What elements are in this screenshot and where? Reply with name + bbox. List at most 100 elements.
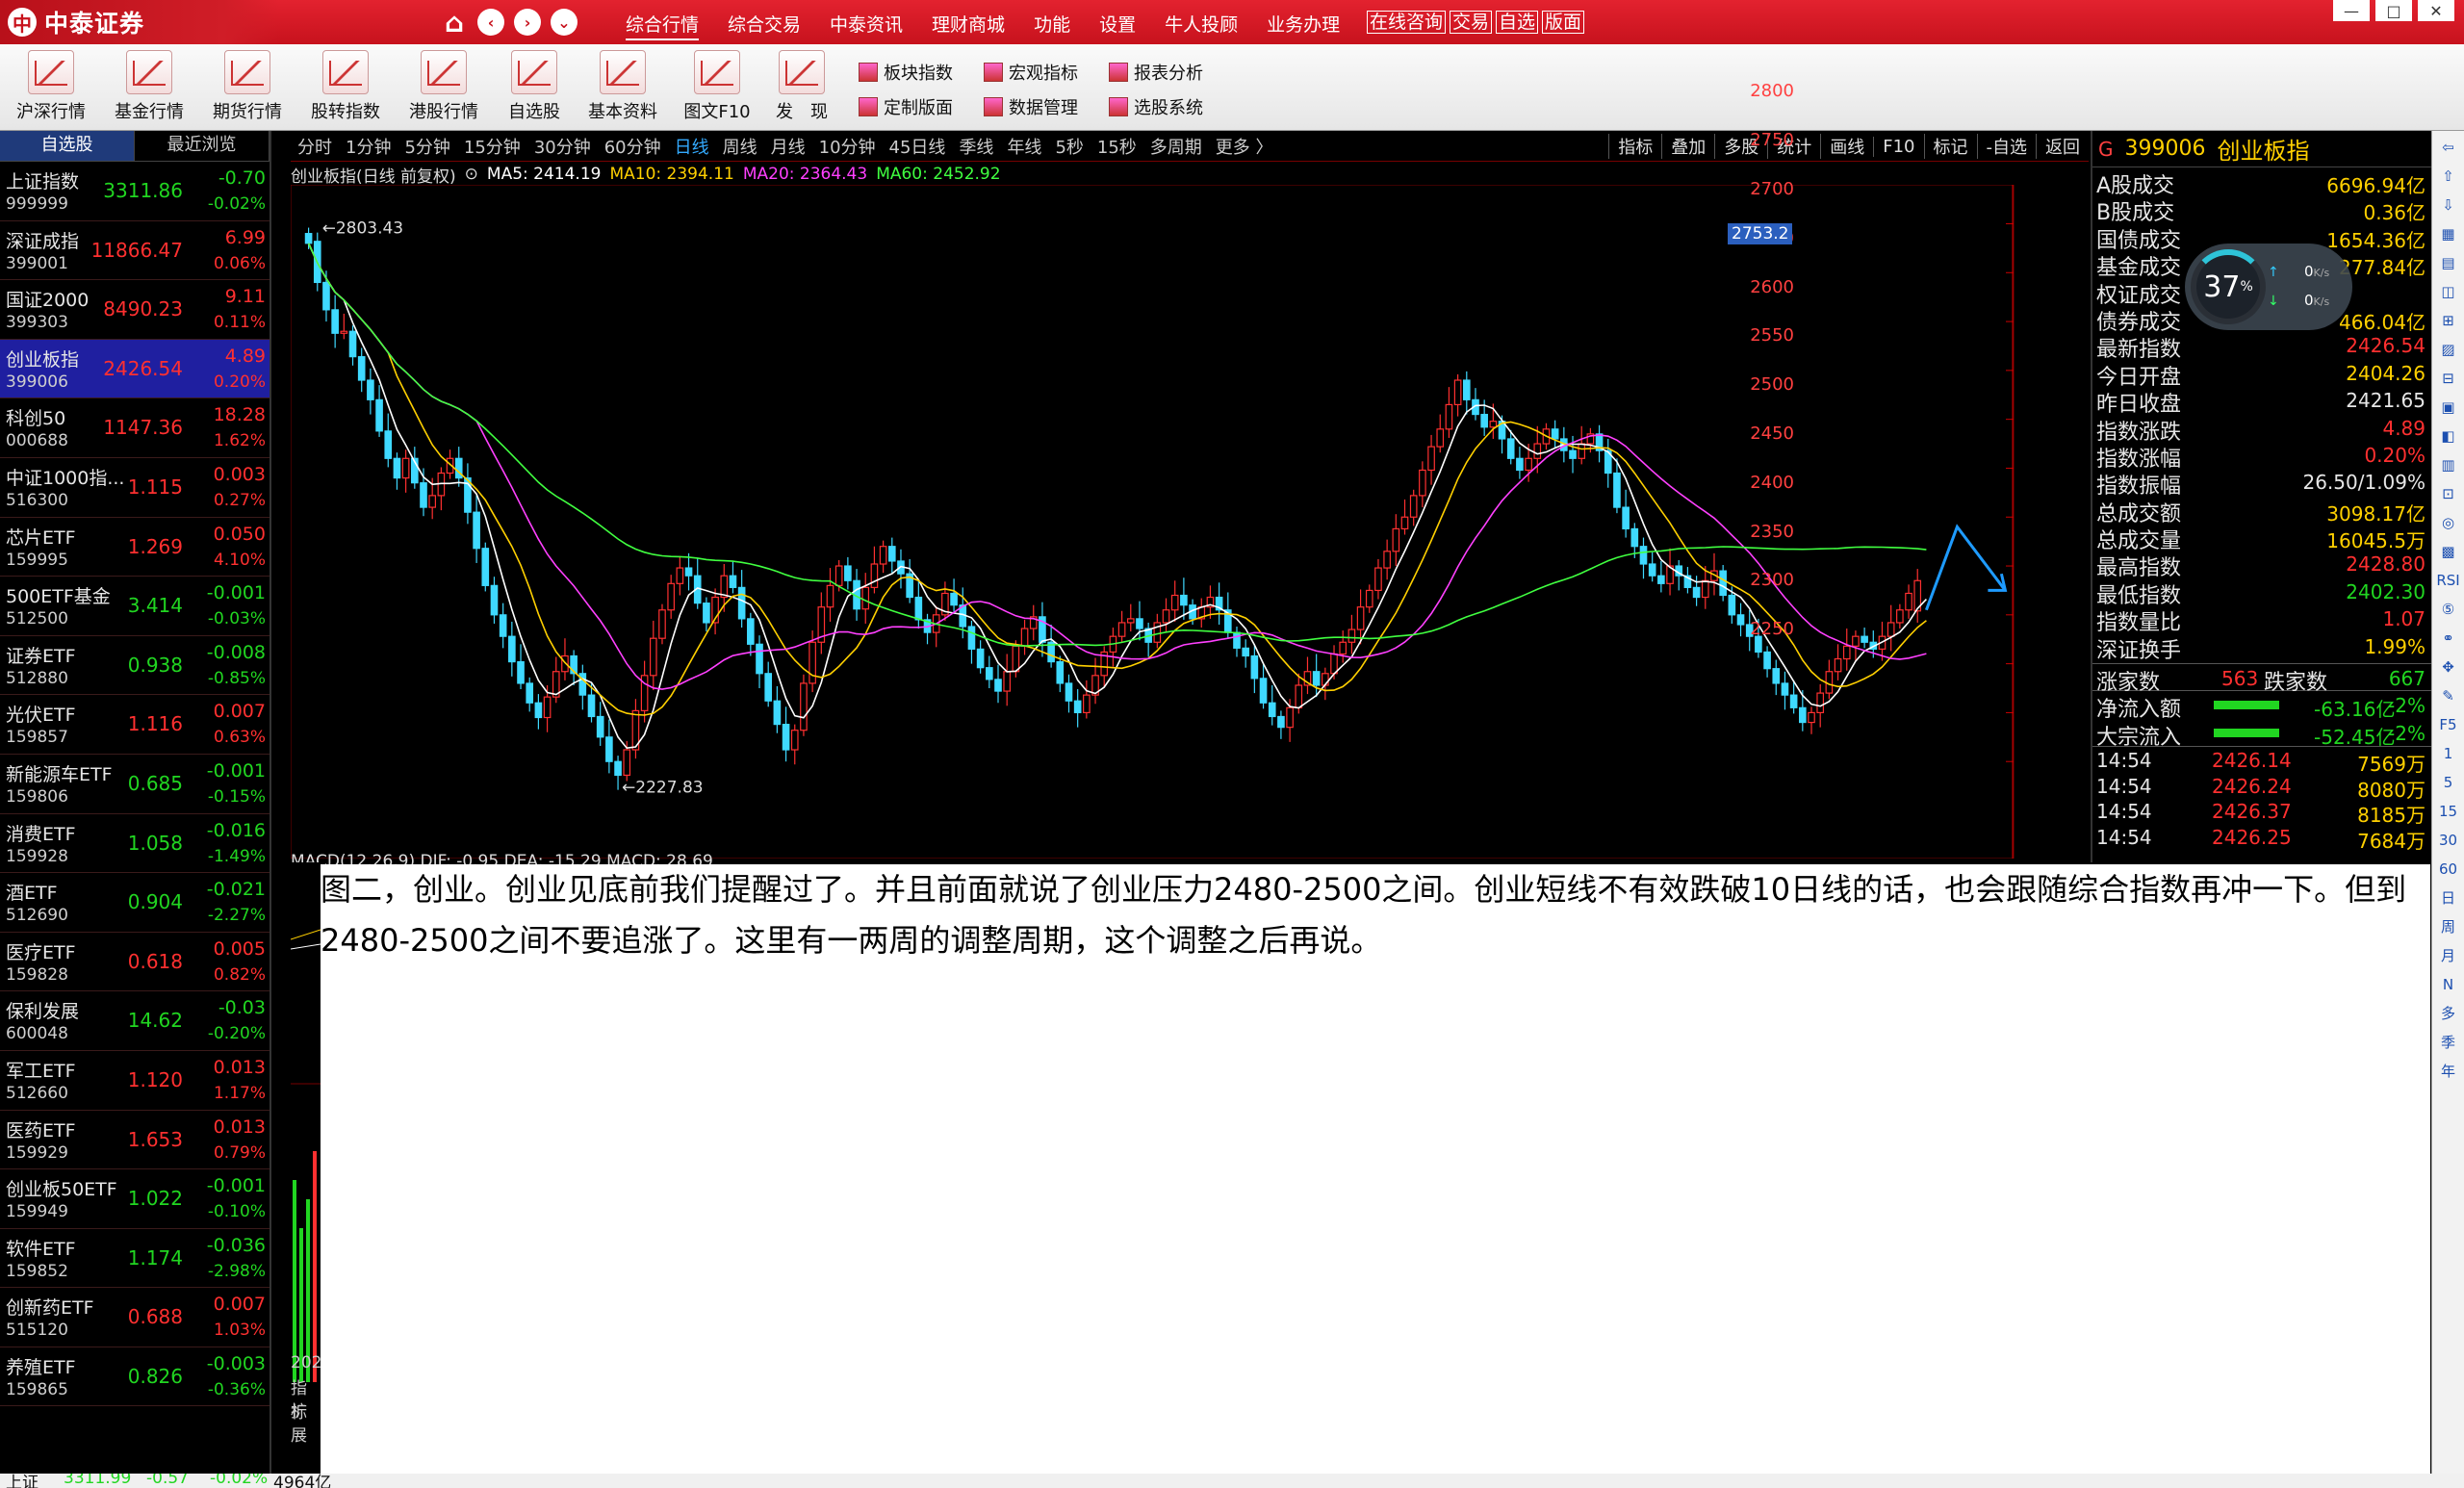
watchlist-row[interactable]: 软件ETF 159852 1.174 -0.036 -2.98% — [0, 1229, 270, 1289]
menu-item[interactable]: 中泰资讯 — [830, 11, 903, 40]
period-tab[interactable]: 5分钟 — [404, 134, 449, 159]
side-tool-icon[interactable]: 月 — [2436, 943, 2460, 968]
side-tool-icon[interactable]: 年 — [2436, 1059, 2460, 1084]
watchlist-row[interactable]: 创业板50ETF 159949 1.022 -0.001 -0.10% — [0, 1169, 270, 1229]
side-tool-icon[interactable]: ◫ — [2436, 279, 2460, 304]
watchlist-row[interactable]: 医疗ETF 159828 0.618 0.005 0.82% — [0, 933, 270, 992]
side-tool-icon[interactable]: ⑤ — [2436, 597, 2460, 622]
side-tool-icon[interactable]: 1 — [2436, 741, 2460, 766]
watchlist-row[interactable]: 酒ETF 512690 0.904 -0.021 -2.27% — [0, 873, 270, 933]
side-tool-icon[interactable]: ▩ — [2436, 539, 2460, 564]
toolbar-button[interactable]: 图文F10 — [674, 50, 760, 123]
tab-recent[interactable]: 最近浏览 — [135, 131, 270, 161]
dropdown-icon[interactable]: ⌄ — [551, 9, 578, 36]
back-icon[interactable]: ‹ — [477, 9, 504, 36]
period-tab[interactable]: 10分钟 — [819, 134, 876, 159]
chart-tool-button[interactable]: 指标 — [1608, 134, 1661, 159]
period-tab[interactable]: 月线 — [771, 134, 806, 159]
chart-tool-button[interactable]: 返回 — [2036, 134, 2089, 159]
watchlist-row[interactable]: 科创50 000688 1147.36 18.28 1.62% — [0, 398, 270, 458]
side-tool-icon[interactable]: ⊞ — [2436, 308, 2460, 333]
side-tool-icon[interactable]: 5 — [2436, 770, 2460, 795]
menu-item[interactable]: 业务办理 — [1267, 11, 1340, 40]
report-analysis-button[interactable]: 报表分析 — [1109, 60, 1203, 85]
home-icon[interactable]: ⌂ — [441, 7, 468, 38]
period-tab[interactable]: 年线 — [1007, 134, 1041, 159]
period-tab[interactable]: 1分钟 — [346, 134, 391, 159]
menu-item[interactable]: 综合交易 — [728, 11, 801, 40]
side-tool-icon[interactable]: N — [2436, 972, 2460, 997]
side-tool-icon[interactable]: ✥ — [2436, 654, 2460, 680]
online-consult-button[interactable]: 在线咨询 — [1367, 11, 1447, 34]
menu-item[interactable]: 综合行情 — [626, 11, 700, 40]
period-tab[interactable]: 季线 — [959, 134, 993, 159]
side-tool-icon[interactable]: ⚭ — [2436, 626, 2460, 651]
side-tool-icon[interactable]: ▤ — [2436, 250, 2460, 275]
toolbar-button[interactable]: 基金行情 — [106, 50, 192, 123]
watchlist-row[interactable]: 芯片ETF 159995 1.269 0.050 4.10% — [0, 518, 270, 577]
period-tab[interactable]: 60分钟 — [604, 134, 661, 159]
period-tab[interactable]: 15分钟 — [464, 134, 521, 159]
watchlist-row[interactable]: 国证2000 399303 8490.23 9.11 0.11% — [0, 280, 270, 340]
menu-item[interactable]: 功能 — [1034, 11, 1070, 40]
chart-tool-button[interactable]: 叠加 — [1661, 134, 1714, 159]
side-tool-icon[interactable]: F5 — [2436, 712, 2460, 737]
watchlist-button[interactable]: 自选 — [1496, 11, 1539, 34]
toolbar-button[interactable]: 沪深行情 — [8, 50, 94, 123]
side-tool-icon[interactable]: 季 — [2436, 1030, 2460, 1055]
layout-button[interactable]: 版面 — [1542, 11, 1585, 34]
period-tab[interactable]: 45日线 — [889, 134, 946, 159]
macro-indicator-button[interactable]: 宏观指标 — [984, 60, 1078, 85]
trade-button[interactable]: 交易 — [1450, 11, 1493, 34]
watchlist-row[interactable]: 深证成指 399001 11866.47 6.99 0.06% — [0, 221, 270, 281]
watchlist-row[interactable]: 消费ETF 159928 1.058 -0.016 -1.49% — [0, 814, 270, 874]
side-tool-icon[interactable]: ⇦ — [2436, 135, 2460, 160]
stock-picker-button[interactable]: 选股系统 — [1109, 94, 1203, 119]
period-tab[interactable]: 更多 〉 — [1216, 134, 1273, 159]
side-tool-icon[interactable]: ⇧ — [2436, 164, 2460, 189]
side-tool-icon[interactable]: ⊟ — [2436, 366, 2460, 391]
watchlist-row[interactable]: 养殖ETF 159865 0.826 -0.003 -0.36% — [0, 1347, 270, 1407]
chart-tool-button[interactable]: 标记 — [1923, 134, 1977, 159]
watchlist-row[interactable]: 500ETF基金 512500 3.414 -0.001 -0.03% — [0, 577, 270, 636]
period-tab[interactable]: 日线 — [675, 134, 709, 159]
toolbar-button[interactable]: 自选股 — [491, 50, 578, 123]
chart-tool-button[interactable]: F10 — [1873, 136, 1923, 157]
toolbar-button[interactable]: 期货行情 — [204, 50, 291, 123]
side-tool-icon[interactable]: 多 — [2436, 1001, 2460, 1026]
side-tool-icon[interactable]: 60 — [2436, 857, 2460, 882]
menu-item[interactable]: 牛人投顾 — [1165, 11, 1238, 40]
custom-layout-button[interactable]: 定制版面 — [859, 94, 953, 119]
side-tool-icon[interactable]: 日 — [2436, 885, 2460, 911]
watchlist-row[interactable]: 上证指数 999999 3311.86 -0.70 -0.02% — [0, 162, 270, 221]
side-tool-icon[interactable]: ✎ — [2436, 683, 2460, 708]
chart-tool-button[interactable]: 画线 — [1820, 134, 1873, 159]
expand-tab[interactable]: 扩展 — [291, 1398, 321, 1446]
settings-icon[interactable]: ⊙ — [465, 165, 478, 184]
close-button[interactable]: ✕ — [2418, 0, 2454, 21]
maximize-button[interactable]: □ — [2375, 0, 2412, 21]
tab-watchlist[interactable]: 自选股 — [0, 131, 135, 161]
toolbar-button[interactable]: 基本资料 — [579, 50, 666, 123]
menu-item[interactable]: 理财商城 — [932, 11, 1005, 40]
menu-item[interactable]: 设置 — [1099, 11, 1136, 40]
side-tool-icon[interactable]: 30 — [2436, 828, 2460, 853]
watchlist-row[interactable]: 军工ETF 512660 1.120 0.013 1.17% — [0, 1051, 270, 1111]
watchlist-row[interactable]: 证券ETF 512880 0.938 -0.008 -0.85% — [0, 636, 270, 696]
period-tab[interactable]: 分时 — [297, 134, 332, 159]
side-tool-icon[interactable]: ⊡ — [2436, 481, 2460, 506]
period-tab[interactable]: 30分钟 — [534, 134, 591, 159]
side-tool-icon[interactable]: ⇩ — [2436, 192, 2460, 218]
forward-icon[interactable]: › — [514, 9, 541, 36]
period-tab[interactable]: 多周期 — [1150, 134, 1202, 159]
watchlist-row[interactable]: 中证1000指... 516300 1.115 0.003 0.27% — [0, 458, 270, 518]
watchlist-row[interactable]: 创新药ETF 515120 0.688 0.007 1.03% — [0, 1288, 270, 1347]
side-tool-icon[interactable]: ▨ — [2436, 337, 2460, 362]
side-tool-icon[interactable]: 周 — [2436, 914, 2460, 939]
side-tool-icon[interactable]: 15 — [2436, 799, 2460, 824]
watchlist-row[interactable]: 创业板指 399006 2426.54 4.89 0.20% — [0, 339, 270, 399]
side-tool-icon[interactable]: ◎ — [2436, 510, 2460, 535]
toolbar-button[interactable]: 股转指数 — [302, 50, 389, 123]
side-tool-icon[interactable]: ▦ — [2436, 221, 2460, 246]
side-tool-icon[interactable]: ▥ — [2436, 452, 2460, 477]
